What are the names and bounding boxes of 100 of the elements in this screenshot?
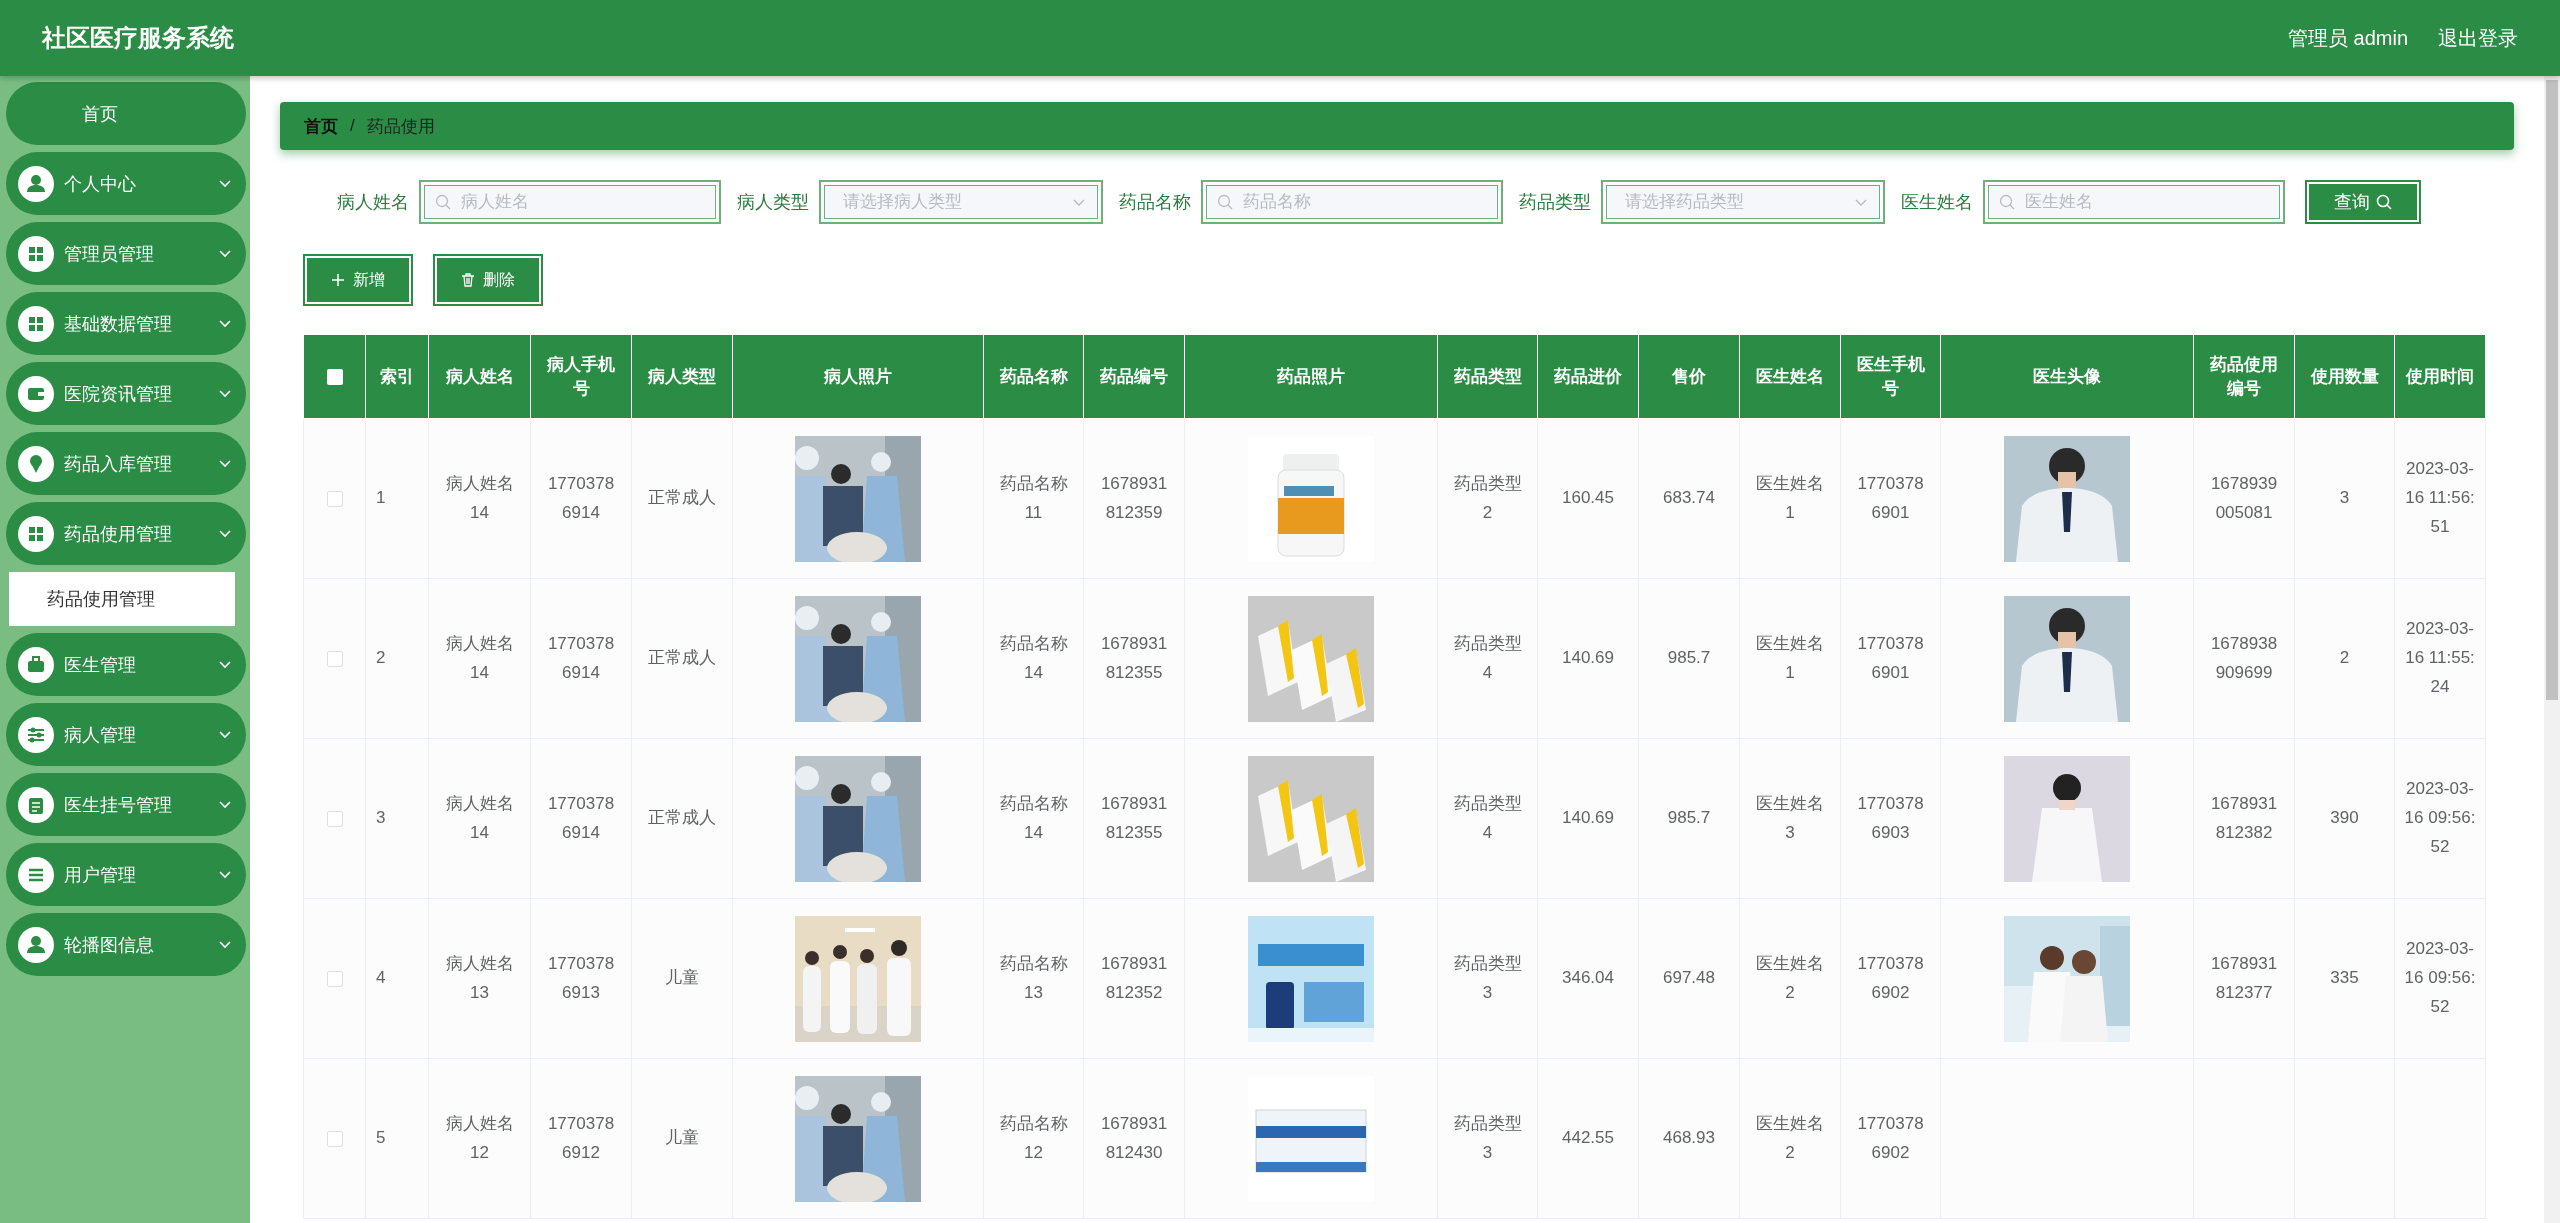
chevron-down-icon (218, 178, 232, 189)
row-checkbox[interactable] (326, 650, 343, 667)
menu-item[interactable]: 轮播图信息 (6, 913, 246, 976)
submenu-item[interactable]: 药品使用管理 (9, 572, 235, 626)
table-cell: 1678931812382 (2193, 738, 2295, 899)
table-cell: 17703786901 (1840, 578, 1941, 739)
delete-button[interactable]: 删除 (433, 254, 543, 306)
menu-item[interactable]: 病人管理 (6, 703, 246, 766)
table-cell: 2 (2294, 578, 2395, 739)
trash-icon (461, 273, 475, 287)
table-cell: 病人姓名12 (428, 1058, 531, 1219)
list-icon (18, 856, 54, 893)
table-cell: 药品名称12 (983, 1058, 1084, 1219)
column-header: 药品类型 (1437, 334, 1538, 419)
column-header: 药品编号 (1083, 334, 1185, 419)
table-cell: 病人姓名13 (428, 898, 531, 1059)
column-header: 医生手机号 (1840, 334, 1941, 419)
add-button[interactable]: 新增 (303, 254, 413, 306)
menu-item[interactable]: 医院资讯管理 (6, 362, 246, 425)
table-cell: 140.69 (1537, 738, 1639, 899)
query-button[interactable]: 查询 (2305, 180, 2421, 224)
filter-label: 病人类型 (737, 191, 809, 214)
column-header: 病人姓名 (428, 334, 531, 419)
table-cell: 病人姓名14 (428, 418, 531, 579)
table-cell: 442.55 (1537, 1058, 1639, 1219)
grid-icon (18, 235, 54, 272)
table-cell: 3 (2294, 418, 2395, 579)
table-cell: 2 (365, 578, 429, 739)
menu-item[interactable]: 医生管理 (6, 633, 246, 696)
table-cell: 17703786903 (1840, 738, 1941, 899)
table-cell: 17703786913 (530, 898, 632, 1059)
search-icon (1217, 194, 1233, 210)
column-header: 药品名称 (983, 334, 1084, 419)
chevron-down-icon (218, 799, 232, 810)
table-cell: 683.74 (1638, 418, 1740, 579)
grid-icon (18, 305, 54, 342)
filter-label: 药品名称 (1119, 191, 1191, 214)
menu-item[interactable]: 个人中心 (6, 152, 246, 215)
menu-item[interactable]: 药品入库管理 (6, 432, 246, 495)
table-cell: 985.7 (1638, 738, 1740, 899)
table-cell: 病人姓名14 (428, 578, 531, 739)
filter-label: 药品类型 (1519, 191, 1591, 214)
menu-item[interactable]: 药品使用管理 (6, 502, 246, 565)
table-cell: 2023-03-16 09:56:52 (2394, 738, 2486, 899)
row-checkbox[interactable] (326, 490, 343, 507)
table-cell: 药品类型4 (1437, 578, 1538, 739)
app-title: 社区医疗服务系统 (42, 23, 235, 53)
row-checkbox[interactable] (326, 1130, 343, 1147)
table-cell: 335 (2294, 898, 2395, 1059)
column-header: 药品使用编号 (2193, 334, 2295, 419)
menu-item[interactable]: 基础数据管理 (6, 292, 246, 355)
user-icon (18, 165, 54, 202)
chevron-down-icon (218, 318, 232, 329)
column-header: 使用时间 (2394, 334, 2486, 419)
sliders-icon (18, 716, 54, 753)
table-cell: 正常成人 (631, 738, 733, 899)
table-cell: 985.7 (1638, 578, 1740, 739)
chevron-down-icon (218, 458, 232, 469)
table-cell: 3 (365, 738, 429, 899)
column-header: 售价 (1638, 334, 1740, 419)
table-cell: 17703786901 (1840, 418, 1941, 579)
chevron-down-icon (218, 388, 232, 399)
table-cell: 医生姓名2 (1739, 898, 1841, 1059)
table-cell: 药品类型3 (1437, 898, 1538, 1059)
table-cell: 1678931812430 (1083, 1058, 1185, 1219)
menu-item[interactable]: 用户管理 (6, 843, 246, 906)
table-cell: 药品类型4 (1437, 738, 1538, 899)
table-cell: 医生姓名1 (1739, 578, 1841, 739)
table-cell: 17703786914 (530, 418, 632, 579)
select-all-checkbox[interactable] (326, 369, 343, 386)
breadcrumb-item: 药品使用 (366, 115, 435, 138)
table-cell: 697.48 (1638, 898, 1740, 1059)
scrollbar[interactable] (2544, 76, 2560, 1223)
table-cell: 1678938909699 (2193, 578, 2295, 739)
table-cell: 17703786914 (530, 738, 632, 899)
chevron-down-icon (218, 528, 232, 539)
row-checkbox[interactable] (326, 810, 343, 827)
table-cell: 346.04 (1537, 898, 1639, 1059)
pin-icon (18, 445, 54, 482)
chevron-down-icon (218, 729, 232, 740)
table-cell: 140.69 (1537, 578, 1639, 739)
chevron-down-icon (218, 869, 232, 880)
column-header: 病人手机号 (530, 334, 632, 419)
clipboard-icon (18, 786, 54, 823)
filter-label: 病人姓名 (337, 191, 409, 214)
table-cell: 药品名称11 (983, 418, 1084, 579)
table-cell: 1678939005081 (2193, 418, 2295, 579)
menu-item[interactable]: 管理员管理 (6, 222, 246, 285)
logout-link[interactable]: 退出登录 (2438, 24, 2518, 52)
table-cell: 17703786914 (530, 578, 632, 739)
menu-item[interactable]: 医生挂号管理 (6, 773, 246, 836)
table-cell: 1678931812355 (1083, 578, 1185, 739)
table-cell: 1 (365, 418, 429, 579)
row-checkbox[interactable] (326, 970, 343, 987)
breadcrumb-item[interactable]: 首页 (304, 114, 338, 138)
menu-item[interactable]: 首页 (6, 82, 246, 145)
table-cell: 390 (2294, 738, 2395, 899)
table-cell: 2023-03-16 11:55:24 (2394, 578, 2486, 739)
table-cell: 4 (365, 898, 429, 1059)
column-header: 医生姓名 (1739, 334, 1841, 419)
